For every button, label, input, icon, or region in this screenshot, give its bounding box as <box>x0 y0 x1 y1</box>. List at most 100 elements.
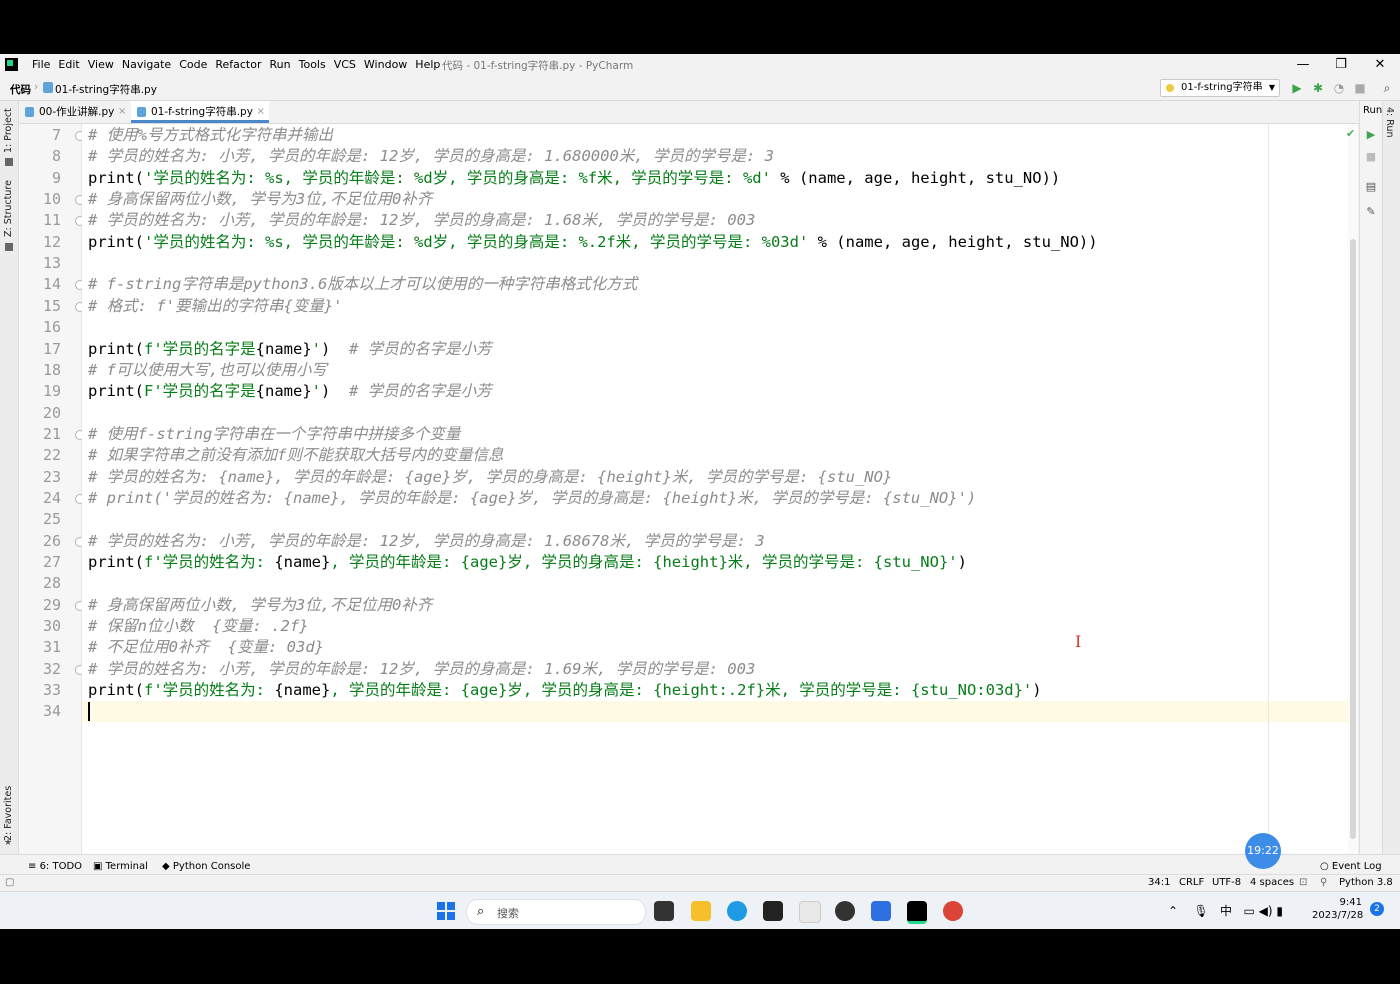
layout-icon[interactable]: ▤ <box>1365 181 1377 193</box>
recorder-icon[interactable] <box>835 901 855 921</box>
code-token: {name} <box>274 553 331 571</box>
code-line: print(F'学员的名字是{name}') # 学员的名字是小芳 <box>88 381 492 402</box>
line-number: 14 <box>42 275 61 294</box>
caret-position[interactable]: 34:1 <box>1148 877 1170 888</box>
code-editor[interactable]: # 使用%号方式格式化字符串并输出 # 学员的姓名为: 小芳, 学员的年龄是: 1… <box>82 124 1348 854</box>
terminal-tab[interactable]: ▣ Terminal <box>93 861 148 872</box>
run-icon[interactable]: ▶ <box>1290 81 1304 95</box>
close-tab-icon[interactable]: × <box>118 101 126 123</box>
line-number: 21 <box>42 424 61 443</box>
python-interpreter[interactable]: Python 3.8 <box>1339 877 1393 888</box>
search-icon: ⌕ <box>477 904 485 919</box>
chevron-up-icon[interactable]: ⌃ <box>1168 904 1178 918</box>
line-number: 17 <box>42 339 61 358</box>
panel-toggle-icon[interactable]: ▢ <box>5 877 14 888</box>
python-icon: ◆ <box>162 861 170 872</box>
line-number: 9 <box>51 168 61 187</box>
notification-badge[interactable]: 2 <box>1370 902 1384 916</box>
line-number: 31 <box>42 638 61 657</box>
menu-view[interactable]: View <box>84 58 118 71</box>
string-literal: ' <box>311 382 322 401</box>
code-token: {name} <box>255 339 312 358</box>
menu-tools[interactable]: Tools <box>295 58 330 71</box>
python-console-tab[interactable]: ◆ Python Console <box>162 861 250 872</box>
file-explorer-icon[interactable] <box>691 901 711 921</box>
microphone-icon[interactable]: 🎙 <box>1193 904 1208 918</box>
menu-navigate[interactable]: Navigate <box>118 58 175 71</box>
minimize-button[interactable]: — <box>1290 56 1316 74</box>
maximize-button[interactable]: ❐ <box>1328 56 1354 74</box>
mouse-ibeam-cursor-icon: I <box>1075 632 1082 651</box>
line-separator[interactable]: CRLF <box>1179 877 1204 888</box>
breadcrumb-project[interactable]: 代码 <box>10 82 31 97</box>
menu-refactor[interactable]: Refactor <box>211 58 265 71</box>
run-config-select[interactable]: 01-f-string字符串 ▼ <box>1160 79 1280 97</box>
scrollbar-thumb[interactable] <box>1350 239 1356 839</box>
breadcrumb-file[interactable]: 01-f-string字符串.py <box>55 82 157 97</box>
comment-line: # print('学员的姓名为: {name}, 学员的年龄是: {age}岁,… <box>88 488 977 507</box>
pycharm-window: File Edit View Navigate Code Refactor Ru… <box>0 54 1400 929</box>
network-icon[interactable]: ▭ <box>1243 904 1254 918</box>
lock-icon[interactable]: ⊡ <box>1299 877 1307 888</box>
comment-line: # 学员的姓名为: 小芳, 学员的年龄是: 12岁, 学员的身高是: 1.680… <box>88 147 774 166</box>
menu-bar: File Edit View Navigate Code Refactor Ru… <box>28 58 444 71</box>
stop-icon[interactable]: ■ <box>1353 81 1367 95</box>
line-number: 12 <box>42 232 61 251</box>
menu-edit[interactable]: Edit <box>54 58 83 71</box>
app-icon[interactable] <box>763 901 783 921</box>
code-token: print( <box>88 382 144 401</box>
indent-setting[interactable]: 4 spaces <box>1250 877 1294 888</box>
star-icon: ★ <box>4 838 13 848</box>
code-line: print(f'学员的姓名为: {name}, 学员的年龄是: {age}岁, … <box>88 552 967 573</box>
rerun-icon[interactable]: ▶ <box>1365 129 1377 141</box>
pin-icon[interactable]: ✎ <box>1365 206 1377 218</box>
stop-run-icon[interactable]: ■ <box>1365 151 1377 163</box>
run-tool-tab[interactable]: 4: Run <box>1384 107 1395 137</box>
menu-file[interactable]: File <box>28 58 54 71</box>
close-window-button[interactable]: ✕ <box>1367 56 1393 74</box>
project-panel-tab[interactable]: 1: Project <box>3 108 14 153</box>
todo-tab[interactable]: ≡ 6: TODO <box>28 861 82 872</box>
clock-date: 2023/7/28 <box>1312 910 1364 921</box>
windows-start-icon[interactable] <box>437 902 455 920</box>
menu-run[interactable]: Run <box>266 58 295 71</box>
python-console-label: Python Console <box>172 861 251 872</box>
line-number: 34 <box>42 702 61 721</box>
close-tab-icon[interactable]: × <box>257 101 265 123</box>
terminal-label: Terminal <box>105 861 148 872</box>
file-encoding[interactable]: UTF-8 <box>1212 877 1241 888</box>
structure-panel-tab[interactable]: Z: Structure <box>3 180 14 237</box>
taskbar-search-input[interactable]: ⌕ 搜索 <box>466 899 646 925</box>
search-icon[interactable]: ⌕ <box>1380 81 1394 95</box>
favorites-panel-tab[interactable]: 2: Favorites <box>3 786 14 841</box>
edge-browser-icon[interactable] <box>727 901 747 921</box>
event-log-tab[interactable]: ○ Event Log <box>1320 861 1382 872</box>
code-token: {name} <box>255 382 312 401</box>
tab-01-fstring[interactable]: 01-f-string字符串.py × <box>131 101 269 123</box>
chrome-icon[interactable] <box>943 901 963 921</box>
recording-time-badge: 19:22 <box>1245 833 1281 869</box>
tab-00-homework[interactable]: 00-作业讲解.py × <box>19 101 130 123</box>
coverage-icon[interactable]: ◔ <box>1332 81 1346 95</box>
editor-scrollbar[interactable] <box>1348 124 1358 854</box>
text-editor-icon[interactable] <box>799 901 821 923</box>
line-number: 27 <box>42 553 61 571</box>
menu-help[interactable]: Help <box>411 58 444 71</box>
ime-icon[interactable]: 中 <box>1220 904 1232 918</box>
chat-app-icon[interactable] <box>871 901 891 921</box>
task-view-icon[interactable] <box>654 901 674 921</box>
menu-vcs[interactable]: VCS <box>330 58 360 71</box>
comment-line: # 使用%号方式格式化字符串并输出 <box>88 126 333 144</box>
comment-line: # 格式: f'要输出的字符串{变量}' <box>88 296 343 315</box>
debug-icon[interactable]: ✱ <box>1311 81 1325 95</box>
battery-icon[interactable]: ▮ <box>1276 904 1283 918</box>
string-literal: f'学员的姓名为: <box>144 553 275 571</box>
line-number: 30 <box>42 617 61 636</box>
window-title: 代码 - 01-f-string字符串.py - PyCharm <box>442 60 634 72</box>
taskbar-clock[interactable]: 9:41 2023/7/28 <box>1312 896 1364 922</box>
menu-code[interactable]: Code <box>175 58 211 71</box>
pycharm-taskbar-icon[interactable] <box>907 901 927 924</box>
volume-icon[interactable]: ◀) <box>1259 904 1273 918</box>
inspection-ok-icon[interactable]: ✔ <box>1346 127 1355 140</box>
menu-window[interactable]: Window <box>360 58 411 71</box>
